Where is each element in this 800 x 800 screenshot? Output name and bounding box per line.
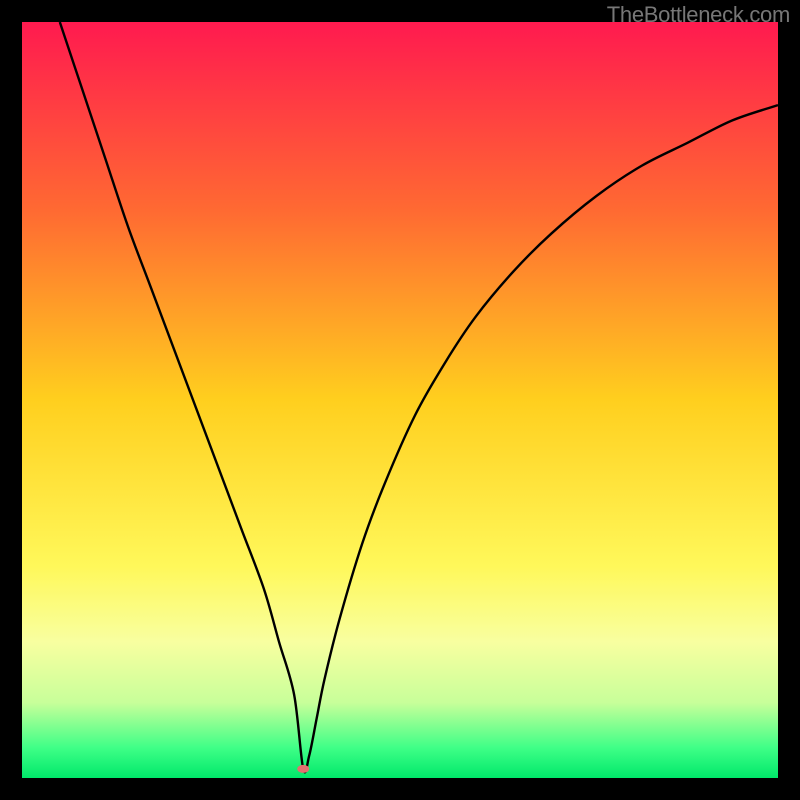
chart-frame — [22, 22, 778, 778]
optimum-marker — [297, 765, 309, 773]
chart-background — [22, 22, 778, 778]
watermark-text: TheBottleneck.com — [607, 2, 790, 28]
chart-svg — [22, 22, 778, 778]
